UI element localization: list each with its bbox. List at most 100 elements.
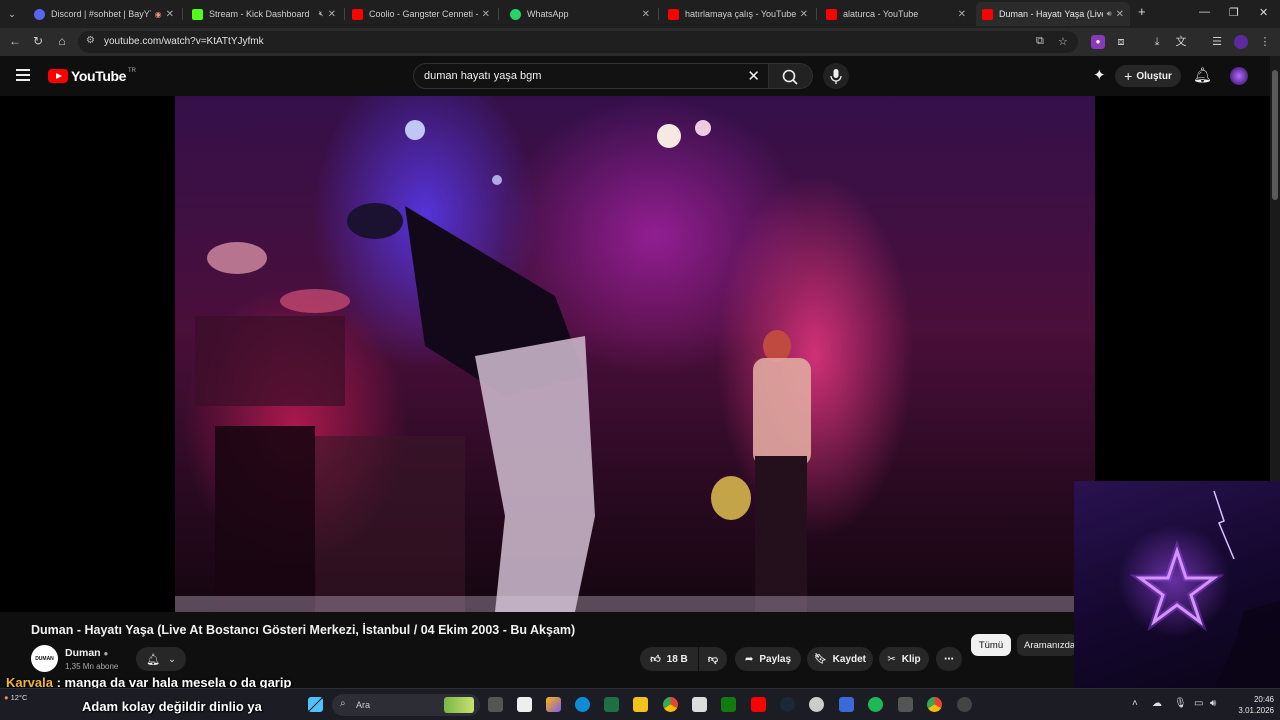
share-button[interactable]: ➦ Paylaş	[735, 647, 801, 671]
chip-from-search[interactable]: Aramanızda	[1017, 634, 1077, 656]
steam-icon[interactable]	[780, 697, 795, 712]
tab-coolio[interactable]: Coolio - Gangster Cenneti - Yo ✕	[346, 2, 496, 26]
file-explorer-icon[interactable]	[633, 697, 648, 712]
close-icon[interactable]: ✕	[482, 9, 490, 20]
chip-all[interactable]: Tümü	[971, 634, 1011, 656]
tab-search-button[interactable]: ⌄	[2, 5, 22, 23]
muted-icon[interactable]: 🔇︎	[319, 9, 324, 19]
weather-widget[interactable]: ● 12°C	[4, 693, 27, 703]
search-highlight-icon	[444, 697, 474, 713]
scrollbar-thumb[interactable]	[1272, 70, 1278, 200]
tab-hatirlamaya[interactable]: hatırlamaya çalış - YouTube ✕	[662, 2, 814, 26]
chrome-icon[interactable]	[663, 697, 678, 712]
microphone-tray-icon[interactable]: 🎙︎	[1174, 698, 1187, 709]
tray-overflow-icon[interactable]: ˄	[1132, 698, 1138, 709]
youtube-play-icon	[48, 69, 68, 83]
site-info-icon[interactable]: ⚙	[86, 35, 95, 46]
taskbar-search[interactable]: ⌕ Ara	[332, 694, 480, 716]
more-actions-button[interactable]: ⋯	[936, 647, 962, 671]
clip-button[interactable]: ✂ Klip	[879, 647, 929, 671]
taskbar-clock[interactable]: 20:46 3.01.2026	[1230, 694, 1274, 716]
window-close-button[interactable]: ✕	[1259, 6, 1268, 19]
concert-scene	[175, 120, 1095, 612]
notifications-bell-icon[interactable]: 🔔︎	[1193, 66, 1212, 84]
thumbs-down-icon: 👎︎	[707, 654, 719, 665]
task-view-icon[interactable]	[488, 697, 503, 712]
close-icon[interactable]: ✕	[800, 9, 808, 20]
search-button[interactable]	[769, 63, 813, 89]
search-icon: ⌕	[340, 698, 346, 709]
search-input[interactable]: duman hayatı yaşa bgm ✕	[413, 63, 769, 89]
hamburger-menu-icon[interactable]	[16, 69, 30, 81]
stream-overlay	[1074, 481, 1280, 688]
extensions-puzzle-icon[interactable]: ⧈	[1114, 35, 1128, 49]
copilot-icon[interactable]	[546, 697, 561, 712]
close-icon[interactable]: ✕	[166, 9, 174, 20]
volume-icon[interactable]: 🔊︎	[1210, 698, 1216, 709]
new-tab-button[interactable]: +	[1138, 4, 1146, 19]
youtube-logo[interactable]: YouTube TR	[48, 68, 136, 84]
back-button[interactable]: ←	[7, 34, 23, 48]
plus-icon: +	[1124, 68, 1133, 84]
subscriber-count: 1,35 Mn abone	[65, 662, 119, 671]
install-icon[interactable]: ⧉	[1036, 35, 1044, 48]
tab-duman-active[interactable]: Duman - Hayatı Yaşa (Live 🔊︎ ✕	[976, 2, 1130, 26]
close-icon[interactable]: ✕	[328, 9, 336, 20]
extension-icon[interactable]: ●	[1091, 35, 1105, 49]
chrome-active-icon[interactable]	[927, 697, 942, 712]
bookmark-star-icon[interactable]: ☆	[1058, 35, 1068, 48]
snipping-tool-icon[interactable]	[692, 697, 707, 712]
onedrive-icon[interactable]: ☁	[1152, 698, 1162, 709]
windows-start-icon[interactable]	[308, 697, 323, 712]
user-avatar[interactable]	[1230, 67, 1248, 85]
chat-message: Adam kolay değildir dinlio ya	[82, 699, 262, 714]
minimize-button[interactable]: —	[1199, 6, 1210, 18]
file-icon[interactable]	[517, 697, 532, 712]
obs-icon[interactable]	[957, 697, 972, 712]
url-text[interactable]: youtube.com/watch?v=KtATtYJyfmk	[104, 36, 264, 47]
video-frame[interactable]	[175, 96, 1095, 612]
tab-alaturca[interactable]: alaturca - YouTube ✕	[820, 2, 972, 26]
home-button[interactable]: ⌂	[54, 34, 70, 48]
game-launcher-icon[interactable]	[809, 697, 824, 712]
browser-menu-icon[interactable]: ⋮	[1258, 35, 1272, 49]
channel-name[interactable]: Duman ●	[65, 647, 108, 659]
tab-discord[interactable]: Discord | #sohbet | BayYT ◉ ✕	[28, 2, 180, 26]
ai-sparkle-icon[interactable]: ✦	[1093, 66, 1106, 84]
excel-icon[interactable]	[604, 697, 619, 712]
profile-avatar-icon[interactable]	[1234, 35, 1248, 49]
like-button[interactable]: 👍︎ 18 B	[640, 647, 698, 671]
browser-toolbar: ← ↻ ⌂ ⚙ youtube.com/watch?v=KtATtYJyfmk …	[0, 28, 1280, 56]
xbox-icon[interactable]	[721, 697, 736, 712]
close-icon[interactable]: ✕	[958, 9, 966, 20]
clear-search-icon[interactable]: ✕	[747, 67, 760, 85]
close-icon[interactable]: ✕	[642, 9, 650, 20]
spotify-icon[interactable]	[868, 697, 883, 712]
network-icon[interactable]: ▭	[1194, 698, 1203, 709]
tab-whatsapp[interactable]: WhatsApp ✕	[504, 2, 656, 26]
bookmark-icon: 🔖︎	[813, 653, 827, 665]
youtube-app-icon[interactable]	[751, 697, 766, 712]
voice-search-button[interactable]	[823, 63, 849, 89]
store-icon[interactable]	[898, 697, 913, 712]
channel-avatar[interactable]: DUMAN	[31, 645, 58, 672]
translate-icon[interactable]: 文	[1174, 35, 1188, 49]
download-icon[interactable]: ⤓	[1150, 35, 1164, 49]
reload-button[interactable]: ↻	[30, 34, 46, 48]
weather-icon: ●	[4, 693, 9, 702]
app-icon[interactable]	[839, 697, 854, 712]
close-icon[interactable]: ✕	[1116, 9, 1124, 20]
edge-icon[interactable]	[575, 697, 590, 712]
speaker-icon[interactable]: 🔊︎	[1107, 9, 1112, 19]
create-button[interactable]: + Oluştur	[1115, 65, 1181, 87]
dislike-button[interactable]: 👎︎	[699, 647, 727, 671]
save-button[interactable]: 🔖︎ Kaydet	[807, 647, 873, 671]
subscription-bell-button[interactable]: 🔔︎ ⌄	[136, 647, 186, 671]
address-bar[interactable]: ⚙ youtube.com/watch?v=KtATtYJyfmk ⧉ ☆	[78, 31, 1078, 53]
tab-kick[interactable]: Stream - Kick Dashboard 🔇︎ ✕	[186, 2, 342, 26]
restore-button[interactable]: ❐	[1229, 6, 1239, 19]
recording-icon: ◉	[154, 9, 162, 19]
chevron-down-icon: ⌄	[168, 653, 176, 664]
reading-list-icon[interactable]: ☰	[1210, 35, 1224, 49]
share-icon: ➦	[744, 653, 754, 665]
